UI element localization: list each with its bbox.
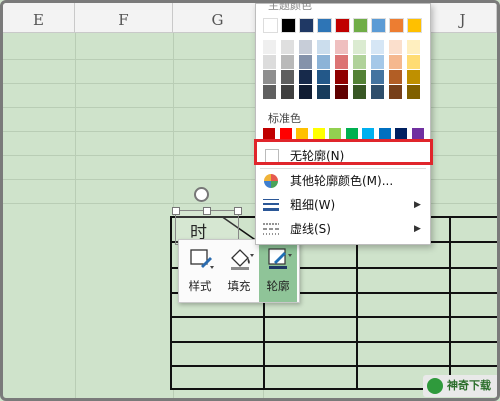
theme-shade-swatch[interactable] — [317, 40, 330, 54]
theme-shade-swatch[interactable] — [353, 85, 366, 99]
theme-shade-swatch[interactable] — [389, 85, 402, 99]
theme-shade-swatch[interactable] — [389, 40, 402, 54]
more-outline-colors-item[interactable]: 其他轮廓颜色(M)... — [256, 169, 430, 193]
pen-outline-icon — [268, 248, 292, 269]
theme-color-swatch[interactable] — [317, 18, 332, 33]
color-wheel-icon — [264, 174, 278, 188]
theme-shade-swatch[interactable] — [371, 85, 384, 99]
theme-shade-swatch[interactable] — [281, 85, 294, 99]
theme-shade-swatch[interactable] — [317, 55, 330, 69]
theme-color-swatch[interactable] — [281, 18, 296, 33]
line-weight-icon — [263, 199, 279, 211]
theme-shade-swatch[interactable] — [263, 85, 276, 99]
theme-color-swatch[interactable] — [407, 18, 422, 33]
theme-shade-swatch[interactable] — [263, 70, 276, 84]
line-weight-item[interactable]: 粗细(W) ▶ — [256, 193, 430, 217]
theme-shade-swatch[interactable] — [335, 85, 348, 99]
column-header-g[interactable]: G — [173, 3, 263, 33]
highlight-box — [254, 139, 433, 165]
theme-shade-swatch[interactable] — [371, 55, 384, 69]
spreadsheet-window: E F G J 时 样式 填充 轮廓 主题颜色 标准色 无轮廓(N) 其他轮廓颜… — [0, 0, 500, 401]
theme-shade-swatch[interactable] — [281, 55, 294, 69]
theme-color-swatch[interactable] — [353, 18, 368, 33]
theme-shade-swatch[interactable] — [281, 70, 294, 84]
theme-shade-swatch[interactable] — [407, 55, 420, 69]
column-header-f[interactable]: F — [75, 3, 173, 33]
theme-color-swatch[interactable] — [263, 18, 278, 33]
dashed-line-icon — [263, 223, 279, 235]
theme-color-swatch[interactable] — [371, 18, 386, 33]
column-header-j[interactable]: J — [429, 3, 497, 33]
theme-color-swatch[interactable] — [389, 18, 404, 33]
theme-shade-swatch[interactable] — [299, 40, 312, 54]
resize-handle[interactable] — [172, 207, 180, 215]
theme-shade-swatch[interactable] — [407, 70, 420, 84]
watermark-logo-icon — [427, 378, 443, 394]
floating-shape-toolbar: 样式 填充 轮廓 — [178, 239, 300, 303]
outline-button[interactable]: 轮廓 — [259, 240, 297, 302]
theme-shade-swatch[interactable] — [389, 70, 402, 84]
fill-button[interactable]: 填充 — [220, 240, 258, 302]
watermark-badge: 神奇下载 — [423, 375, 497, 397]
resize-handle[interactable] — [234, 207, 242, 215]
theme-shade-swatch[interactable] — [263, 40, 276, 54]
theme-shade-swatch[interactable] — [335, 55, 348, 69]
theme-shade-swatch[interactable] — [281, 40, 294, 54]
rotate-handle-icon[interactable] — [194, 187, 209, 202]
theme-shade-swatch[interactable] — [353, 40, 366, 54]
theme-shade-swatch[interactable] — [335, 40, 348, 54]
resize-handle[interactable] — [203, 207, 211, 215]
theme-colors-label: 主题颜色 — [268, 0, 312, 12]
theme-shade-swatch[interactable] — [299, 85, 312, 99]
paint-bucket-icon — [231, 249, 254, 270]
theme-shade-swatch[interactable] — [299, 70, 312, 84]
theme-color-swatch[interactable] — [299, 18, 314, 33]
theme-shade-swatch[interactable] — [335, 70, 348, 84]
theme-shade-swatch[interactable] — [317, 70, 330, 84]
standard-colors-label: 标准色 — [268, 112, 301, 125]
outline-dropdown-menu: 主题颜色 标准色 无轮廓(N) 其他轮廓颜色(M)... 粗细(W) ▶ 虚线(… — [255, 3, 431, 245]
shape-style-icon — [190, 249, 214, 269]
theme-color-swatch[interactable] — [335, 18, 350, 33]
theme-shade-swatch[interactable] — [353, 55, 366, 69]
theme-shade-swatch[interactable] — [263, 55, 276, 69]
theme-shade-swatch[interactable] — [317, 85, 330, 99]
theme-shade-swatch[interactable] — [371, 40, 384, 54]
theme-shade-swatch[interactable] — [353, 70, 366, 84]
theme-shade-swatch[interactable] — [407, 40, 420, 54]
column-header-e[interactable]: E — [3, 3, 75, 33]
dash-type-item[interactable]: 虚线(S) ▶ — [256, 217, 430, 241]
style-button[interactable]: 样式 — [181, 240, 219, 302]
theme-shade-swatch[interactable] — [389, 55, 402, 69]
theme-shade-swatch[interactable] — [407, 85, 420, 99]
theme-shade-swatch[interactable] — [299, 55, 312, 69]
theme-shade-swatch[interactable] — [371, 70, 384, 84]
